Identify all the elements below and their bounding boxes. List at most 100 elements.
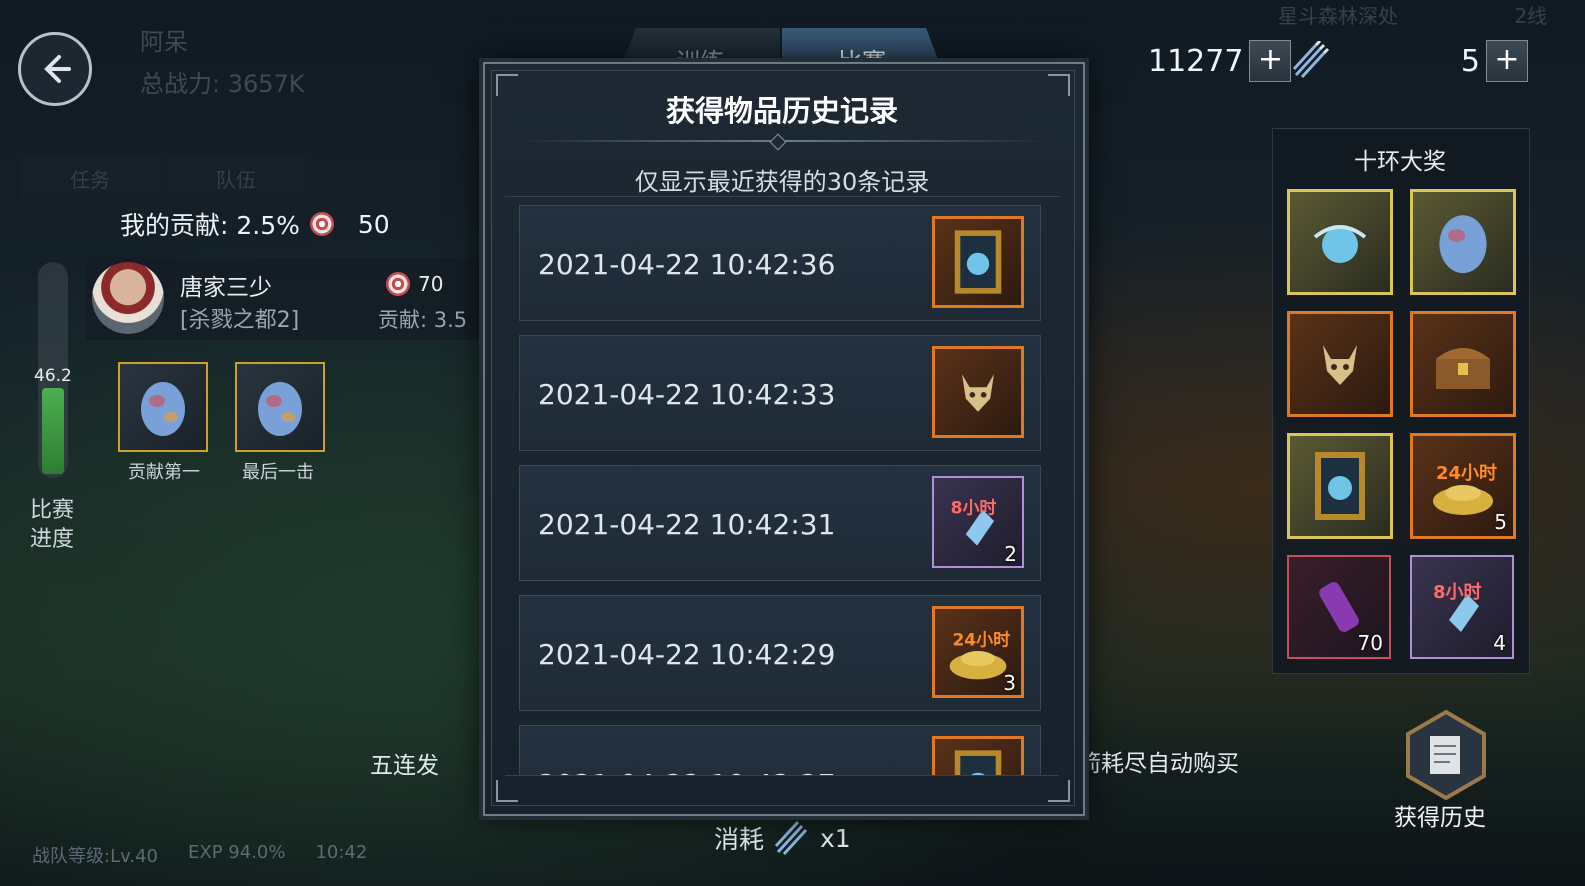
prize-qty: 4: [1493, 631, 1506, 655]
card-frame-icon: [954, 750, 1002, 775]
record-item[interactable]: [932, 216, 1024, 308]
prize-qty: 5: [1494, 510, 1507, 534]
reward-last-hit[interactable]: [235, 362, 325, 452]
svg-text:8小时: 8小时: [951, 499, 997, 519]
prize-beast-skull[interactable]: [1287, 311, 1393, 417]
svg-text:24小时: 24小时: [1436, 463, 1497, 484]
member-guild: [杀戮之都2]: [180, 308, 300, 333]
egg-icon: [1439, 215, 1487, 274]
region-text: 星斗森林深处 2线: [1278, 0, 1547, 29]
history-button[interactable]: [1400, 708, 1492, 801]
scroll-icon: [1406, 709, 1486, 801]
add-currency-2-button[interactable]: +: [1486, 40, 1528, 82]
target-icon: [309, 212, 334, 236]
list-item: 2021-04-22 10:42:31 8小时 2: [519, 465, 1041, 581]
record-item[interactable]: [932, 736, 1024, 775]
svg-text:8小时: 8小时: [1433, 582, 1482, 603]
potion-8h-icon: 8小时: [951, 499, 997, 546]
clock-text: 10:42: [315, 842, 368, 863]
grand-prize-title: 十环大奖: [1354, 149, 1446, 175]
progress-label-line1: 比赛: [30, 498, 75, 523]
member-contribution: 贡献: 3.5: [378, 308, 468, 332]
record-time: 2021-04-22 10:42:27: [538, 768, 835, 775]
progress-value: 46.2: [34, 366, 72, 386]
record-item[interactable]: 24小时 3: [932, 606, 1024, 698]
prize-spirit-orb[interactable]: [1287, 189, 1393, 295]
corner-ornament: [496, 780, 518, 802]
member-points-value: 70: [418, 272, 444, 296]
left-tabs: 任务 队伍: [20, 158, 306, 198]
contribution-points: 50: [357, 209, 390, 239]
record-item[interactable]: 8小时 2: [932, 476, 1024, 568]
svg-text:24小时: 24小时: [952, 630, 1010, 650]
progress-label: 比赛 进度: [30, 496, 74, 554]
line-name: 2线: [1514, 4, 1548, 28]
team-level: 战队等级:Lv.40: [32, 846, 158, 867]
exp-text: EXP 94.0%: [187, 842, 286, 863]
treasure-chest-icon: [1436, 348, 1490, 389]
card-frame-icon: [954, 230, 1002, 294]
region-name: 星斗森林深处: [1278, 4, 1398, 28]
modal-subtitle: 仅显示最近获得的30条记录: [634, 168, 930, 196]
arrow-bundle-icon: [774, 820, 808, 856]
my-contribution: 我的贡献: 2.5% 50: [120, 206, 390, 242]
consume-qty: x1: [820, 823, 851, 853]
status-bar: 战队等级:Lv.40 EXP 94.0% 10:42: [32, 842, 367, 868]
member-points: 70: [386, 272, 443, 296]
beast-skull-icon: [962, 374, 994, 412]
history-list[interactable]: 2021-04-22 10:42:36 2021-04-22 10:42:33 …: [505, 196, 1059, 776]
auto-buy-label: 箭耗尽自动购买: [1078, 751, 1239, 777]
list-item: 2021-04-22 10:42:29 24小时 3: [519, 595, 1041, 711]
prize-potion[interactable]: 8小时 4: [1410, 555, 1514, 659]
prize-card-frame[interactable]: [1287, 433, 1393, 539]
reward-label-top: 贡献第一: [128, 462, 200, 483]
reward-top-contributor[interactable]: [118, 362, 208, 452]
record-time: 2021-04-22 10:42:31: [538, 508, 836, 541]
consume-cost: 消耗 x1: [714, 818, 851, 858]
avatar: [92, 262, 164, 334]
potion-8h-icon: 8小时: [1433, 582, 1482, 632]
record-item[interactable]: [932, 346, 1024, 438]
contribution-label: 我的贡献: 2.5%: [120, 211, 300, 240]
power-text: 总战力: 3657K: [140, 70, 305, 98]
list-item: 2021-04-22 10:42:27: [519, 725, 1041, 775]
record-qty: 3: [1003, 671, 1016, 695]
player-name: 阿呆: [140, 28, 188, 56]
spirit-orb-icon: [1313, 225, 1367, 263]
prize-purple-vial[interactable]: 70: [1287, 555, 1391, 659]
currency-2-amount: 5: [1460, 43, 1480, 79]
prize-gold-pile[interactable]: 24小时 5: [1410, 433, 1516, 539]
five-shot-label: 五连发: [370, 753, 439, 779]
arrow-bundle-icon: [1292, 41, 1330, 79]
prize-egg[interactable]: [1410, 189, 1516, 295]
add-currency-1-button[interactable]: +: [1249, 40, 1292, 82]
tab-tasks[interactable]: 任务: [20, 158, 160, 198]
member-name: 唐家三少: [180, 275, 272, 301]
currency-2: 5 +: [1290, 40, 1528, 82]
beast-skull-icon: [1323, 345, 1357, 385]
list-item: 2021-04-22 10:42:36: [519, 205, 1041, 321]
prize-treasure-chest[interactable]: [1410, 311, 1516, 417]
target-icon: [386, 272, 410, 296]
egg-icon: [258, 382, 302, 436]
card-frame-icon: [1315, 452, 1365, 520]
arrow-left-icon: [44, 55, 71, 83]
progress-fill: [42, 388, 64, 474]
reward-label-last: 最后一击: [242, 462, 314, 483]
history-label: 获得历史: [1394, 805, 1486, 831]
currency-1-amount: 11277: [1148, 43, 1244, 79]
prize-qty: 70: [1357, 631, 1383, 655]
modal-title: 获得物品历史记录: [665, 94, 898, 128]
record-time: 2021-04-22 10:42:29: [538, 638, 836, 671]
record-time: 2021-04-22 10:42:33: [538, 378, 836, 411]
egg-icon: [141, 382, 185, 436]
currency-1: 11277 +: [1148, 40, 1292, 82]
progress-label-line2: 进度: [30, 527, 75, 552]
corner-ornament: [1048, 780, 1070, 802]
gold-pile-24h-icon: 24小时: [1433, 463, 1497, 515]
consume-label: 消耗: [714, 825, 765, 854]
back-button[interactable]: [18, 32, 92, 106]
tab-team[interactable]: 队伍: [166, 158, 306, 198]
list-item: 2021-04-22 10:42:33: [519, 335, 1041, 451]
record-qty: 2: [1004, 542, 1017, 566]
